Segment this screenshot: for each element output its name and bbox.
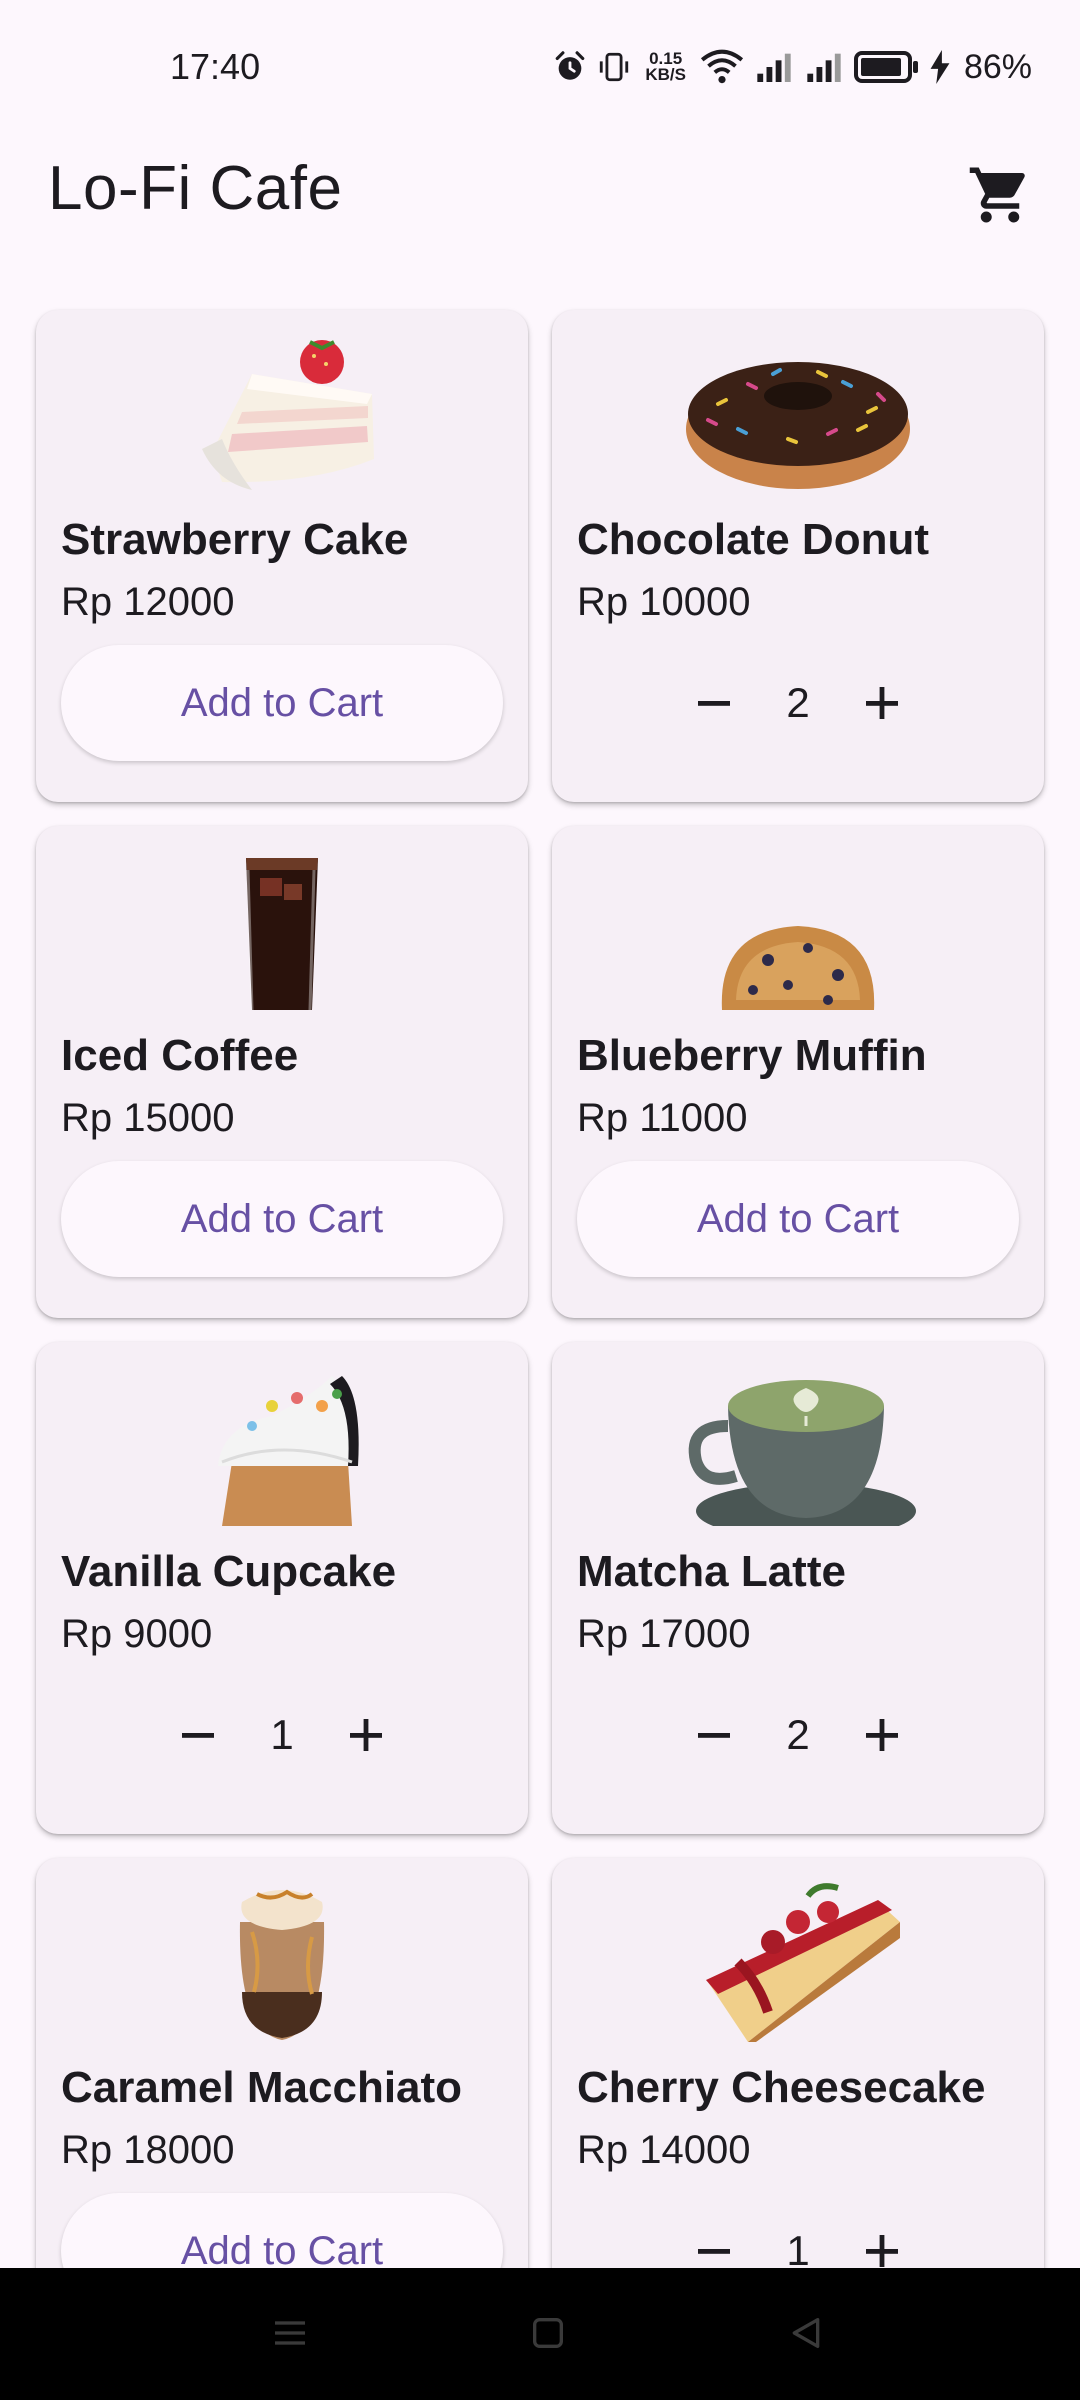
menu-icon xyxy=(275,2321,305,2345)
minus-icon xyxy=(698,1733,730,1738)
chocolate-donut-image xyxy=(678,334,918,494)
product-price: Rp 18000 xyxy=(61,2128,235,2172)
product-card: Iced Coffee Rp 15000 Add to Cart xyxy=(36,826,528,1318)
battery-icon xyxy=(853,51,918,83)
quantity-value: 2 xyxy=(786,679,810,726)
plus-icon xyxy=(866,687,898,719)
battery-percent: 86% xyxy=(963,47,1032,86)
product-price: Rp 10000 xyxy=(577,580,751,624)
product-name: Matcha Latte xyxy=(577,1547,846,1596)
app-bar: Lo-Fi Cafe xyxy=(0,135,1080,245)
alarm-icon xyxy=(556,51,585,80)
home-button[interactable] xyxy=(518,2308,578,2358)
back-triangle-icon xyxy=(792,2318,820,2348)
net-speed: 0.15 KB/S xyxy=(645,50,686,84)
add-to-cart-button[interactable]: Add to Cart xyxy=(577,1161,1019,1277)
decrement-button[interactable] xyxy=(156,1693,240,1777)
iced-coffee-image xyxy=(162,850,402,1010)
wifi-icon xyxy=(700,49,743,84)
add-to-cart-button[interactable]: Add to Cart xyxy=(61,645,503,761)
matcha-latte-image xyxy=(678,1366,918,1526)
plus-icon xyxy=(350,1719,382,1751)
cart-button[interactable] xyxy=(960,155,1040,235)
minus-icon xyxy=(698,701,730,706)
minus-icon xyxy=(182,1733,214,1738)
product-name: Caramel Macchiato xyxy=(61,2063,463,2112)
plus-icon xyxy=(866,1719,898,1751)
net-speed-unit: KB/S xyxy=(645,65,686,84)
product-card: Strawberry Cake Rp 12000 Add to Cart xyxy=(36,310,528,802)
product-name: Strawberry Cake xyxy=(61,515,409,564)
product-name: Cherry Cheesecake xyxy=(577,2063,986,2112)
product-card: Chocolate Donut Rp 10000 2 xyxy=(552,310,1044,802)
cherry-cheesecake-image xyxy=(678,1882,918,2042)
blueberry-muffin-image xyxy=(678,850,918,1010)
signal-icon-sim1 xyxy=(757,53,791,82)
decrement-button[interactable] xyxy=(672,1693,756,1777)
product-price: Rp 11000 xyxy=(577,1096,748,1140)
vibrate-icon xyxy=(600,52,629,82)
quantity-stepper: 2 xyxy=(552,645,1044,761)
status-icons: 0.15 KB/S 86% xyxy=(553,42,1032,92)
product-name: Vanilla Cupcake xyxy=(61,1547,397,1596)
product-name: Blueberry Muffin xyxy=(577,1031,927,1080)
product-price: Rp 14000 xyxy=(577,2128,751,2172)
quantity-stepper: 1 xyxy=(36,1677,528,1793)
product-name: Chocolate Donut xyxy=(577,515,929,564)
status-bar: 17:40 0.15 KB/S 86% xyxy=(0,0,1080,135)
decrement-button[interactable] xyxy=(672,661,756,745)
add-to-cart-button[interactable]: Add to Cart xyxy=(61,1161,503,1277)
product-price: Rp 15000 xyxy=(61,1096,235,1140)
home-square-icon xyxy=(533,2318,563,2348)
quantity-stepper: 2 xyxy=(552,1677,1044,1793)
status-time: 17:40 xyxy=(170,46,261,87)
product-card: Vanilla Cupcake Rp 9000 1 xyxy=(36,1342,528,1834)
increment-button[interactable] xyxy=(840,1693,924,1777)
product-price: Rp 12000 xyxy=(61,580,235,624)
shopping-cart-icon xyxy=(969,167,1025,223)
product-price: Rp 17000 xyxy=(577,1612,751,1656)
increment-button[interactable] xyxy=(324,1693,408,1777)
product-grid: Strawberry Cake Rp 12000 Add to Cart Cho… xyxy=(36,310,1044,2350)
quantity-value: 1 xyxy=(270,1711,294,1758)
signal-icon-sim2 xyxy=(807,53,841,82)
recents-button[interactable] xyxy=(260,2308,320,2358)
product-card: Blueberry Muffin Rp 11000 Add to Cart xyxy=(552,826,1044,1318)
app-title: Lo-Fi Cafe xyxy=(48,154,343,223)
strawberry-cake-image xyxy=(162,334,402,494)
caramel-macchiato-image xyxy=(162,1882,402,2042)
increment-button[interactable] xyxy=(840,661,924,745)
quantity-value: 2 xyxy=(786,1711,810,1758)
product-name: Iced Coffee xyxy=(61,1031,299,1080)
system-nav-bar xyxy=(0,2268,1080,2400)
product-card: Matcha Latte Rp 17000 2 xyxy=(552,1342,1044,1834)
back-button[interactable] xyxy=(776,2308,836,2358)
charging-bolt-icon xyxy=(930,50,950,84)
vanilla-cupcake-image xyxy=(162,1366,402,1526)
product-price: Rp 9000 xyxy=(61,1612,213,1656)
